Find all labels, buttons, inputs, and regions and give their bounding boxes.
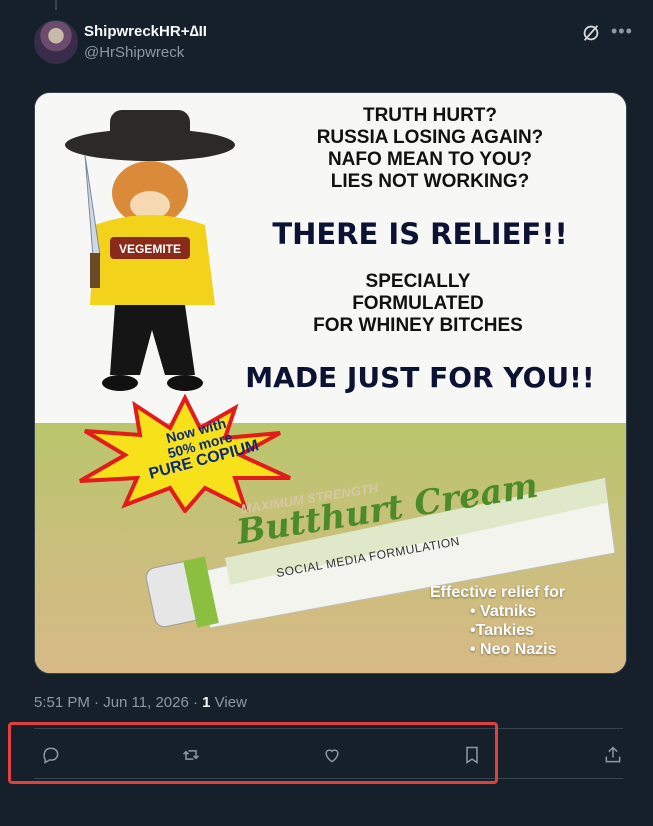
question-line: NAFO MEAN TO YOU? — [327, 149, 533, 170]
formulated-block: SPECIALLY FORMULATED FOR WHINEY BITCHES — [293, 271, 543, 337]
made-for-you-heading: MADE JUST FOR YOU!! — [245, 361, 595, 394]
reply-button[interactable] — [34, 738, 68, 772]
post-meta: 5:51 PM · Jun 11, 2026 · 1 View — [34, 694, 247, 711]
question-line: LIES NOT WORKING? — [330, 171, 530, 192]
effective-item: •Tankies — [470, 622, 534, 639]
action-bar — [34, 738, 634, 772]
reply-icon — [43, 747, 59, 764]
post-timestamp[interactable]: 5:51 PM · Jun 11, 2026 · — [34, 694, 202, 711]
repost-icon — [182, 750, 200, 760]
divider — [34, 728, 623, 729]
avatar[interactable] — [34, 20, 78, 64]
effective-item: • Vatniks — [470, 603, 537, 620]
thread-line — [55, 0, 57, 10]
author-handle[interactable]: @HrShipwreck — [84, 44, 184, 61]
hoodie-text: VEGEMITE — [119, 242, 181, 256]
share-icon — [605, 746, 621, 763]
author-name[interactable]: ShipwreckHR+∆II — [84, 23, 207, 40]
question-line: TRUTH HURT? — [362, 105, 498, 126]
effective-relief-block: Effective relief for • Vatniks •Tankies … — [430, 583, 565, 659]
bookmark-button[interactable] — [455, 738, 489, 772]
formulated-line: FOR WHINEY BITCHES — [313, 315, 523, 336]
relief-heading: THERE IS RELIEF!! — [272, 217, 568, 251]
more-icon[interactable]: ••• — [611, 22, 633, 40]
divider — [34, 778, 623, 779]
like-button[interactable] — [315, 738, 349, 772]
grok-icon[interactable] — [580, 22, 602, 44]
views-label: View — [210, 694, 247, 711]
questions-block: TRUTH HURT? RUSSIA LOSING AGAIN? NAFO ME… — [285, 105, 575, 193]
dog-cowboy-illustration: VEGEMITE — [65, 110, 235, 391]
effective-item: • Neo Nazis — [470, 641, 557, 658]
bookmark-icon — [466, 746, 478, 764]
post-image[interactable]: VEGEMITE TRUTH HURT? RUSSIA LOSING AGAIN… — [34, 92, 627, 674]
repost-button[interactable] — [174, 738, 208, 772]
question-line: RUSSIA LOSING AGAIN? — [316, 127, 544, 148]
formulated-line: SPECIALLY — [365, 271, 471, 292]
views-count: 1 — [202, 694, 211, 711]
like-icon — [325, 749, 339, 763]
share-button[interactable] — [596, 738, 630, 772]
effective-title: Effective relief for — [430, 584, 566, 601]
formulated-line: FORMULATED — [352, 293, 484, 314]
